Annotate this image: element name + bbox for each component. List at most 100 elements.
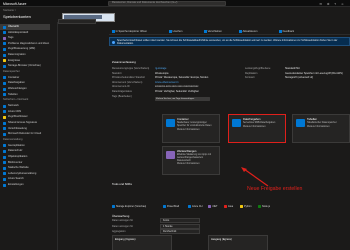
sidebar-item-icon xyxy=(3,64,6,68)
tool-button[interactable]: Node.js xyxy=(258,204,270,209)
feedback-icon[interactable]: ☺ xyxy=(341,2,346,6)
sidebar-item-label: Zugriffssteuerung (IAM) xyxy=(8,47,36,51)
sidebar-item-label: Zugriffsschlüssel xyxy=(8,115,28,119)
tool-label: Java xyxy=(228,205,234,208)
service-card-warteschlangen[interactable]: Warteschlangen Effektive Skalierung von A… xyxy=(162,146,220,175)
toolbar-item-label: Verschieben xyxy=(207,30,222,34)
service-card-title: Container xyxy=(177,118,189,121)
sidebar-item[interactable]: Microsoft Defender for Cloud xyxy=(0,131,50,137)
tool-button[interactable]: .NET xyxy=(208,204,217,209)
service-card-dateifreigaben[interactable]: Dateifreigaben Serverlose SMB-Dateifreiga… xyxy=(228,114,286,143)
sidebar-item[interactable]: Tabellen xyxy=(0,92,50,98)
service-card-subtitle: Serverlose SMB-Dateifreigaben xyxy=(243,122,276,124)
tool-button[interactable]: PowerShell xyxy=(163,204,179,209)
sidebar-item-label: Dateifreigaben xyxy=(8,81,25,85)
essentials-key: Standort xyxy=(112,71,122,75)
tool-icon xyxy=(208,205,211,208)
sidebar-item-icon xyxy=(3,144,6,148)
sidebar-section-title: Sicherheit + Netzwerk xyxy=(3,98,29,102)
sidebar-item-label: Tags xyxy=(8,36,14,40)
service-card-icon xyxy=(166,119,175,127)
service-card-container[interactable]: Container Skalierbarer, kostengünstiger S… xyxy=(162,114,220,143)
sidebar-item-label: Azure Search xyxy=(8,177,24,181)
service-card-link[interactable]: Weitere Informationen xyxy=(307,126,346,129)
sidebar-item-label: Datenschutz xyxy=(8,149,23,153)
move-icon xyxy=(204,30,207,33)
tool-button[interactable]: Azure CLI xyxy=(188,204,203,209)
service-card-subtitle: Skalierbarer, kostengünstiger Speicher f… xyxy=(177,122,212,127)
essentials-value[interactable]: rg-storage xyxy=(155,67,166,70)
service-card-tabellen[interactable]: Tabellen Tabellarischer Datenspeicher Weit… xyxy=(292,114,350,143)
tags-add-badge[interactable]: Klicken Sie hier, um Tags hinzuzufügen. xyxy=(155,97,210,101)
toolbar-explorer-button[interactable]: In Speicher-Explorer öffnen xyxy=(112,30,147,33)
breadcrumb[interactable]: Startseite > xyxy=(3,9,16,12)
settings-icon[interactable]: ⚙ xyxy=(327,2,332,6)
sidebar-item-icon xyxy=(3,81,6,85)
sidebar-item-icon xyxy=(3,121,6,125)
essentials-value: Westeuropa xyxy=(155,71,169,75)
sidebar-item-icon xyxy=(3,149,6,153)
sidebar-item-icon xyxy=(3,104,6,108)
tool-icon xyxy=(163,205,166,208)
sidebar-item-icon xyxy=(3,127,6,131)
tool-icon xyxy=(112,205,115,208)
sidebar-item-label: Datenmigration xyxy=(8,53,26,56)
service-card-link[interactable]: Weitere Informationen xyxy=(177,163,216,166)
sidebar-item-icon xyxy=(3,36,6,40)
service-card-link[interactable]: Weitere Informationen xyxy=(177,129,216,132)
essentials-key: Replikation xyxy=(245,71,258,75)
essentials-title[interactable]: Zusammenfassung xyxy=(112,60,136,64)
sidebar: Übersicht Aktivitätsprotokoll Tags Probleme… xyxy=(0,22,58,250)
sidebar-item-icon xyxy=(3,172,6,176)
sidebar-item[interactable]: Storage-Browser (Vorschau) xyxy=(0,63,50,69)
service-card-icon xyxy=(166,151,175,159)
notification-icon[interactable]: ✉ xyxy=(320,2,325,6)
annotation-text: Neue Freigabe erstellen xyxy=(247,186,303,192)
sidebar-item-label: Einstellungen xyxy=(8,183,24,186)
toolbar-move-button[interactable]: Verschieben xyxy=(204,30,222,33)
top-bar: Microsoft Azure Ressourcen, Dienste und … xyxy=(0,0,350,7)
tool-label: Python xyxy=(244,205,252,208)
tool-icon xyxy=(224,205,227,208)
toolbar-delete-button[interactable]: Löschen xyxy=(169,30,182,33)
monitoring-key: Aggregation xyxy=(112,230,126,233)
sidebar-search-input[interactable] xyxy=(58,19,96,24)
essentials-value: StorageV2 (universell v2) xyxy=(285,76,314,80)
toolbar-refresh-button[interactable]: Aktualisieren xyxy=(239,30,257,33)
sidebar-item-label: Ereignisse xyxy=(8,58,21,62)
sidebar-item-label: Tabellen xyxy=(8,92,18,96)
sidebar-item-icon xyxy=(3,42,6,46)
tool-label: Node.js xyxy=(262,205,271,208)
sidebar-item-label: Lebenszyklusverwaltung xyxy=(8,171,37,175)
monitoring-select[interactable]: Durchschnitt xyxy=(160,229,200,234)
tool-button[interactable]: Java xyxy=(224,204,233,209)
essentials-key: Abonnement (Verschieben) xyxy=(112,80,143,84)
brand-label[interactable]: Microsoft Azure xyxy=(3,2,26,6)
tool-button[interactable]: Storage Explorer (Vorschau) xyxy=(112,204,146,209)
global-search-input[interactable]: Ressourcen, Dienste und Dokumente durchs… xyxy=(108,1,226,6)
sidebar-item-label: Probleme diagnostizieren und lösen xyxy=(8,41,50,45)
monitoring-key: Daten anzeigen für xyxy=(112,224,134,228)
service-card-subtitle: Effektive Skalierung von Apps mit wartes… xyxy=(177,154,212,162)
sidebar-item[interactable]: Einstellungen xyxy=(0,182,50,188)
service-card-link[interactable]: Weitere Informationen xyxy=(243,126,282,129)
sidebar-item-label: Shared Access Signature xyxy=(8,121,38,124)
sidebar-section-title: Datenverwaltung xyxy=(3,137,23,141)
sidebar-item-label: Aktivitätsprotokoll xyxy=(8,30,29,34)
monitoring-select[interactable]: 1 Stunde xyxy=(160,223,200,229)
toolbar-feedback-button[interactable]: Feedback xyxy=(279,30,294,33)
sidebar-item-label: Netzwerk xyxy=(8,104,19,108)
help-icon[interactable]: ? xyxy=(334,2,338,6)
essentials-value: Primär: Verfügbar, Sekundär: Verfügbar xyxy=(155,90,199,93)
delete-icon xyxy=(169,30,172,33)
essentials-key: Tags (Bearbeiten) xyxy=(112,94,132,98)
explorer-icon xyxy=(112,30,115,33)
toolbar-item-label: Feedback xyxy=(282,30,294,34)
tool-icon xyxy=(240,205,243,208)
service-card-subtitle: Tabellarischer Datenspeicher xyxy=(307,122,337,124)
monitoring-select[interactable]: Konto xyxy=(160,218,200,223)
sidebar-item-label: Microsoft Defender for Cloud xyxy=(8,132,42,136)
tool-button[interactable]: Python xyxy=(240,204,251,209)
sidebar-item-icon xyxy=(3,47,6,51)
essentials-value[interactable]: Azure-Abonnement 1 xyxy=(155,81,179,84)
